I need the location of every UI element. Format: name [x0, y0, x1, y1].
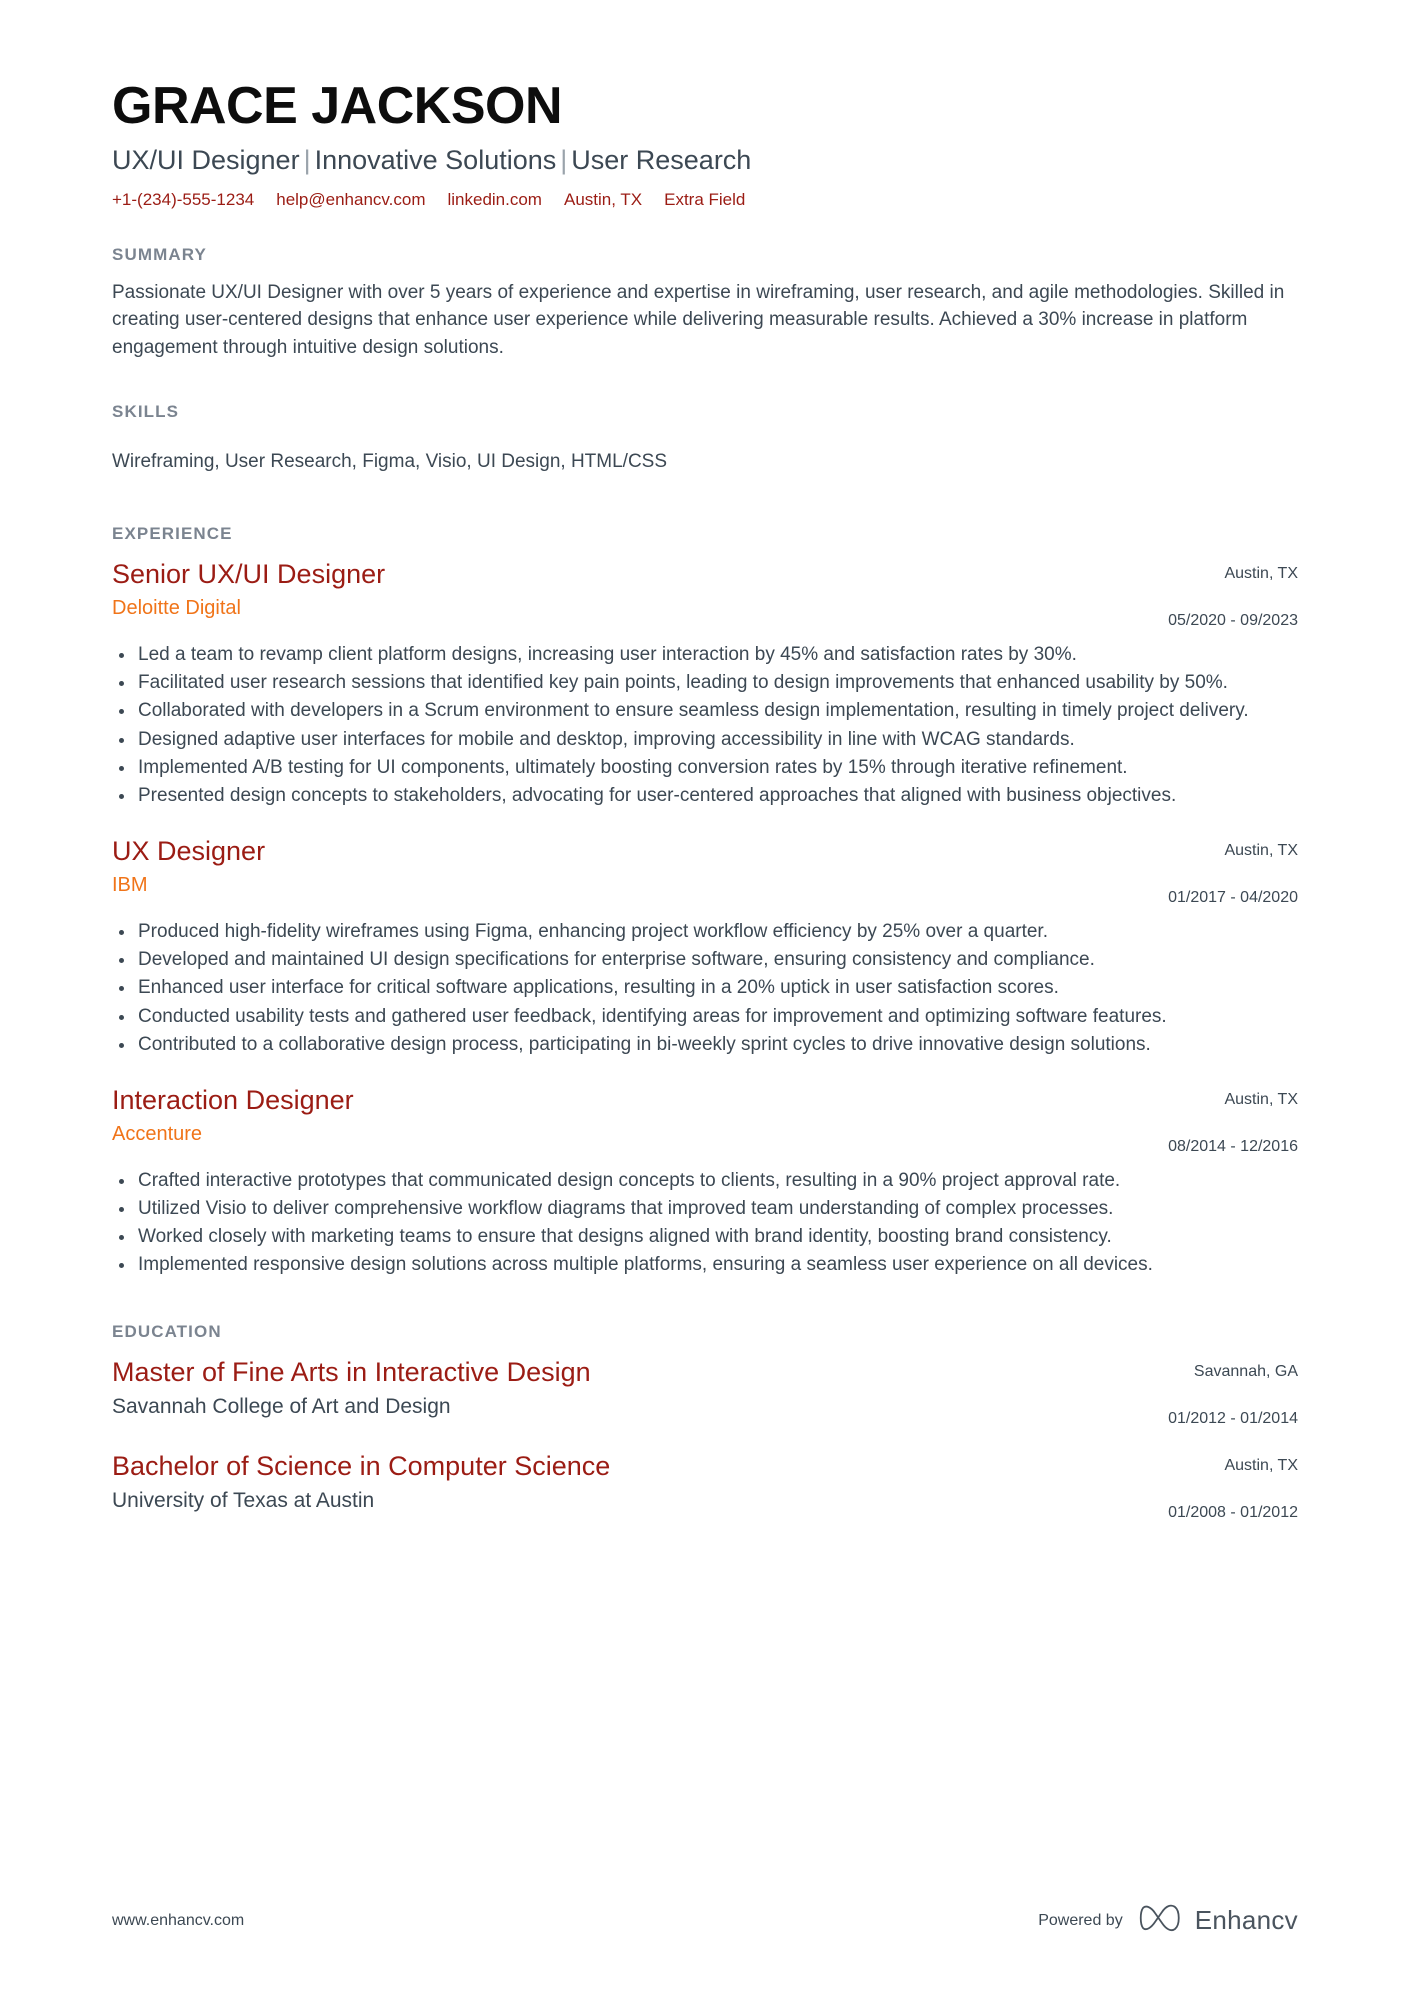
experience-bullets: Led a team to revamp client platform des…: [112, 642, 1298, 809]
education-entry: Bachelor of Science in Computer Science …: [112, 1450, 1298, 1524]
experience-entry-right: Austin, TX 08/2014 - 12/2016: [1168, 1084, 1298, 1158]
bullet-item: Developed and maintained UI design speci…: [112, 947, 1298, 973]
experience-company: Deloitte Digital: [112, 597, 241, 620]
experience-entry: Senior UX/UI Designer Deloitte Digital A…: [112, 558, 1298, 809]
enhancv-logo-icon: [1139, 1904, 1185, 1937]
experience-job-title: Senior UX/UI Designer: [112, 559, 386, 590]
education-section: EDUCATION Master of Fine Arts in Interac…: [112, 1322, 1298, 1523]
experience-section: EXPERIENCE Senior UX/UI Designer Deloitt…: [112, 524, 1298, 1278]
education-dates: 01/2008 - 01/2012: [1168, 1503, 1298, 1521]
education-location: Savannah, GA: [1193, 1363, 1298, 1381]
experience-location: Austin, TX: [1224, 842, 1298, 860]
experience-location: Austin, TX: [1224, 565, 1298, 583]
experience-entry-left: Interaction Designer Accenture: [112, 1084, 1168, 1147]
enhancv-brand: Enhancv: [1139, 1904, 1298, 1937]
experience-bullets: Crafted interactive prototypes that comm…: [112, 1168, 1298, 1279]
bullet-item: Facilitated user research sessions that …: [112, 670, 1298, 696]
footer-website-url[interactable]: www.enhancv.com: [112, 1912, 244, 1930]
bullet-item: Crafted interactive prototypes that comm…: [112, 1168, 1298, 1194]
experience-section-title: EXPERIENCE: [112, 524, 233, 544]
powered-by-label: Powered by: [1038, 1911, 1123, 1929]
bullet-item: Contributed to a collaborative design pr…: [112, 1032, 1298, 1058]
education-entry: Master of Fine Arts in Interactive Desig…: [112, 1356, 1298, 1430]
experience-dates: 05/2020 - 09/2023: [1168, 612, 1298, 630]
candidate-headline: UX/UI Designer | Innovative Solutions | User…: [112, 144, 1298, 176]
contact-row: +1-(234)-555-1234 help@enhancv.com linke…: [112, 189, 1298, 211]
education-section-title: EDUCATION: [112, 1322, 222, 1342]
experience-location: Austin, TX: [1224, 1090, 1298, 1108]
experience-company: Accenture: [112, 1122, 203, 1145]
contact-linkedin[interactable]: linkedin.com: [447, 189, 542, 211]
summary-section: SUMMARY Passionate UX/UI Designer with o…: [112, 245, 1298, 362]
experience-entry: UX Designer IBM Austin, TX 01/2017 - 04/…: [112, 835, 1298, 1058]
education-location: Austin, TX: [1224, 1457, 1298, 1474]
education-school: University of Texas at Austin: [112, 1488, 375, 1512]
resume-header: GRACE JACKSON UX/UI Designer | Innovative …: [112, 78, 1298, 211]
headline-separator-2: |: [560, 145, 568, 176]
education-degree: Bachelor of Science in Computer Science: [112, 1451, 611, 1481]
contact-location[interactable]: Austin, TX: [564, 189, 642, 211]
experience-entry: Interaction Designer Accenture Austin, T…: [112, 1084, 1298, 1278]
skills-section: SKILLS Wireframing, User Research, Figma…: [112, 402, 1298, 477]
bullet-item: Utilized Visio to deliver comprehensive …: [112, 1196, 1298, 1222]
education-school: Savannah College of Art and Design: [112, 1395, 451, 1419]
bullet-item: Presented design concepts to stakeholder…: [112, 783, 1298, 809]
education-entry-header: Bachelor of Science in Computer Science …: [112, 1450, 1298, 1524]
summary-section-title: SUMMARY: [112, 244, 207, 264]
bullet-item: Designed adaptive user interfaces for mo…: [112, 727, 1298, 753]
experience-entry-header: Senior UX/UI Designer Deloitte Digital A…: [112, 558, 1298, 632]
education-entry-right: Savannah, GA 01/2012 - 01/2014: [1168, 1356, 1298, 1430]
footer-branding: Powered by Enhancv: [1038, 1904, 1298, 1937]
candidate-name: GRACE JACKSON: [112, 77, 563, 135]
experience-job-title: Interaction Designer: [112, 1084, 354, 1115]
contact-extra-field[interactable]: Extra Field: [664, 189, 745, 211]
headline-part-1: UX/UI Designer: [112, 145, 300, 176]
experience-company: IBM: [112, 874, 148, 897]
education-entry-left: Bachelor of Science in Computer Science …: [112, 1450, 1168, 1514]
experience-entry-left: UX Designer IBM: [112, 835, 1168, 898]
enhancv-brand-name: Enhancv: [1194, 1905, 1298, 1935]
headline-part-2: Innovative Solutions: [314, 145, 557, 176]
bullet-item: Conducted usability tests and gathered u…: [112, 1004, 1298, 1030]
experience-entry-right: Austin, TX 01/2017 - 04/2020: [1168, 835, 1298, 909]
education-degree: Master of Fine Arts in Interactive Desig…: [112, 1357, 591, 1388]
experience-entry-header: UX Designer IBM Austin, TX 01/2017 - 04/…: [112, 835, 1298, 909]
skills-list: Wireframing, User Research, Figma, Visio…: [112, 450, 668, 472]
bullet-item: Implemented A/B testing for UI component…: [112, 755, 1298, 781]
contact-phone[interactable]: +1-(234)-555-1234: [112, 189, 254, 211]
contact-email[interactable]: help@enhancv.com: [276, 189, 425, 211]
bullet-item: Collaborated with developers in a Scrum …: [112, 698, 1298, 724]
skills-section-title: SKILLS: [112, 401, 180, 421]
experience-bullets: Produced high-fidelity wireframes using …: [112, 919, 1298, 1058]
education-dates: 01/2012 - 01/2014: [1168, 1410, 1298, 1428]
education-entry-header: Master of Fine Arts in Interactive Desig…: [112, 1356, 1298, 1430]
experience-entry-right: Austin, TX 05/2020 - 09/2023: [1168, 558, 1298, 632]
experience-dates: 01/2017 - 04/2020: [1168, 889, 1298, 907]
bullet-item: Led a team to revamp client platform des…: [112, 642, 1298, 668]
bullet-item: Implemented responsive design solutions …: [112, 1252, 1298, 1278]
bullet-item: Produced high-fidelity wireframes using …: [112, 919, 1298, 945]
experience-job-title: UX Designer: [112, 836, 266, 867]
bullet-item: Worked closely with marketing teams to e…: [112, 1224, 1298, 1250]
summary-text: Passionate UX/UI Designer with over 5 ye…: [112, 281, 1285, 359]
experience-dates: 08/2014 - 12/2016: [1168, 1137, 1298, 1155]
bullet-item: Enhanced user interface for critical sof…: [112, 975, 1298, 1001]
resume-page: GRACE JACKSON UX/UI Designer | Innovative …: [0, 0, 1410, 1995]
resume-footer: www.enhancv.com Powered by Enhancv: [112, 1904, 1298, 1937]
headline-part-3: User Research: [571, 145, 752, 176]
education-entry-left: Master of Fine Arts in Interactive Desig…: [112, 1356, 1168, 1420]
experience-entry-header: Interaction Designer Accenture Austin, T…: [112, 1084, 1298, 1158]
experience-entry-left: Senior UX/UI Designer Deloitte Digital: [112, 558, 1168, 621]
education-entry-right: Austin, TX 01/2008 - 01/2012: [1168, 1450, 1298, 1524]
headline-separator-1: |: [303, 145, 311, 176]
